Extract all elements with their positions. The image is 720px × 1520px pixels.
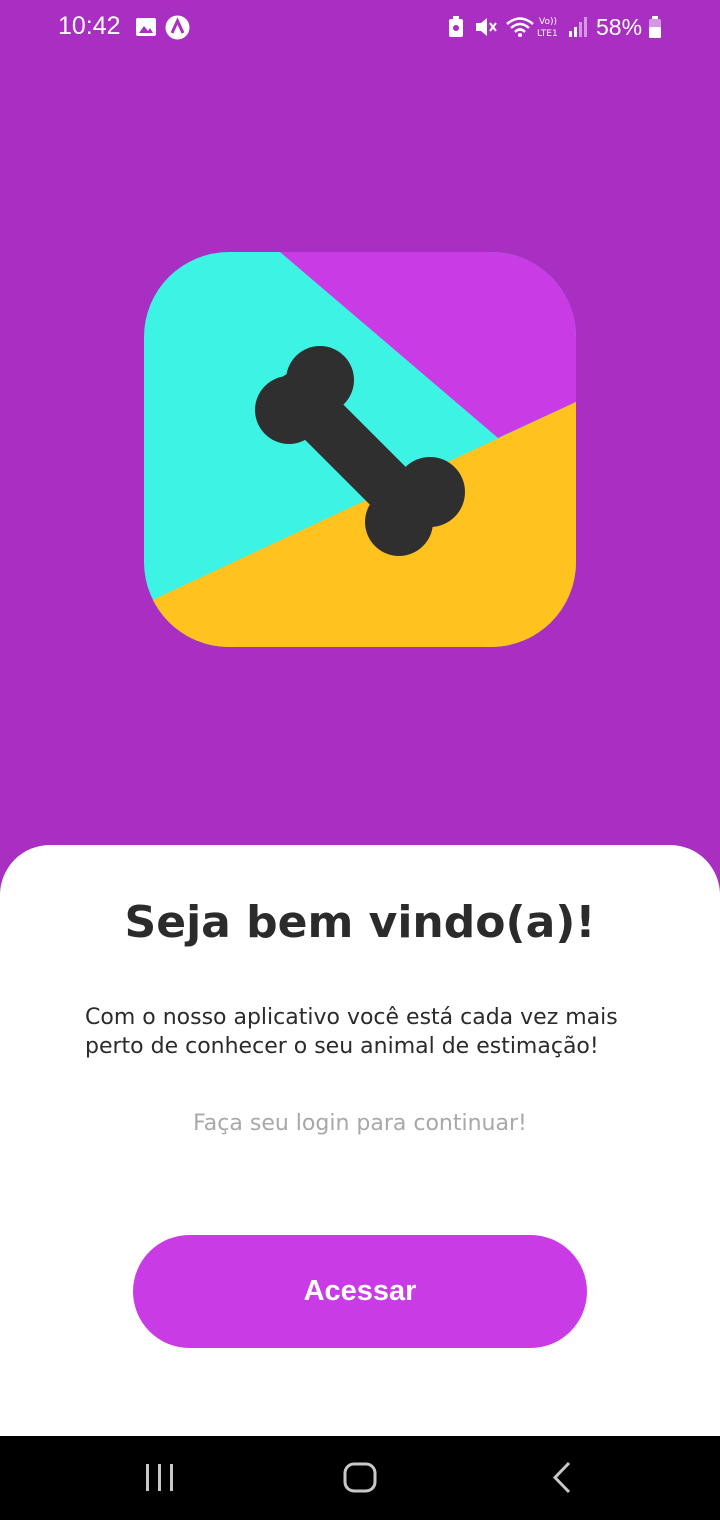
mute-icon: [474, 16, 498, 42]
home-icon[interactable]: [340, 1456, 380, 1504]
battery-saver-icon: [448, 16, 464, 42]
login-hint: Faça seu login para continuar!: [193, 1111, 527, 1136]
welcome-title: Seja bem vindo(a)!: [124, 897, 596, 948]
recent-apps-icon[interactable]: [140, 1456, 180, 1504]
status-bar: 10:42 Vo)) LTE1 58%: [0, 0, 720, 58]
wifi-icon: [505, 16, 535, 42]
battery-icon: [648, 16, 662, 42]
signal-icon: [568, 16, 588, 42]
app-notification-icon: [165, 15, 190, 44]
navigation-bar: [0, 1436, 720, 1520]
svg-text:Vo)): Vo)): [539, 17, 557, 27]
back-icon[interactable]: [545, 1456, 585, 1504]
app-logo: [144, 252, 576, 647]
battery-percentage: 58%: [596, 14, 643, 40]
svg-text:LTE1: LTE1: [537, 29, 558, 38]
gallery-icon: [135, 16, 157, 42]
volte-icon: Vo)) LTE1: [537, 14, 565, 42]
welcome-card: Seja bem vindo(a)! Com o nosso aplicativ…: [0, 845, 720, 1436]
access-button[interactable]: Acessar: [133, 1235, 587, 1348]
welcome-description: Com o nosso aplicativo você está cada ve…: [85, 1005, 618, 1059]
status-time: 10:42: [58, 12, 121, 40]
